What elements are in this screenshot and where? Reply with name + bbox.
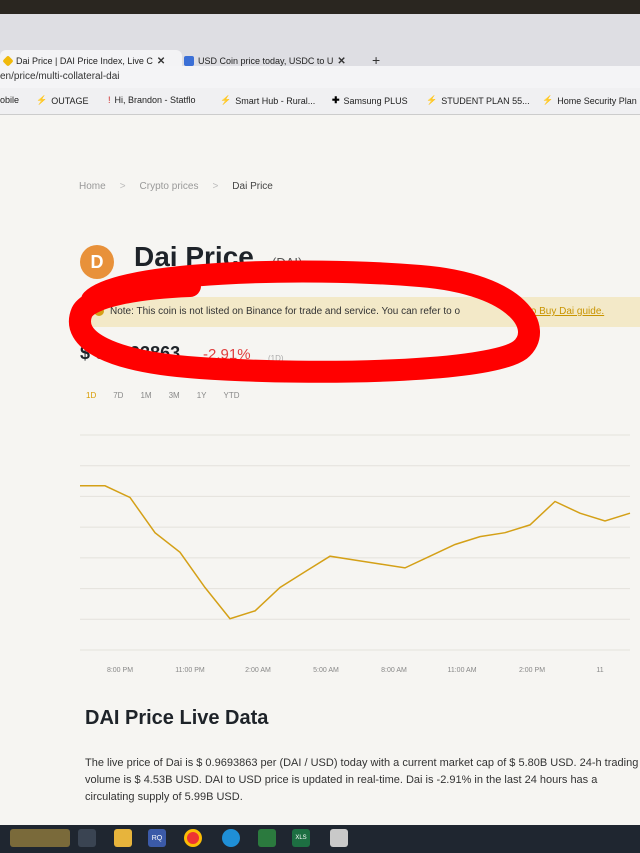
app-icon[interactable] xyxy=(258,829,276,847)
bookmarks-bar: obile ⚡ OUTAGE ! Hi, Brandon - Statflo ⚡ Sm… xyxy=(0,88,640,115)
taskbar-thumbnail-icon[interactable] xyxy=(10,829,70,847)
tab-title: USD Coin price today, USDC to U xyxy=(198,56,334,66)
breadcrumb-separator: > xyxy=(119,181,126,192)
tab-bar: Dai Price | DAI Price Index, Live C ✕ US… xyxy=(0,14,640,72)
edge-icon[interactable] xyxy=(222,829,240,847)
bookmark-label: Smart Hub - Rural... xyxy=(235,95,316,106)
bookmark-item[interactable]: ! Hi, Brandon - Statflo xyxy=(108,95,196,105)
bookmark-label: Home Security Plan xyxy=(557,95,637,106)
price-change: -2.91% xyxy=(203,346,251,363)
period-ytd[interactable]: YTD xyxy=(224,391,240,400)
x-tick-label: 8:00 PM xyxy=(107,667,133,674)
task-view-icon[interactable] xyxy=(78,829,96,847)
live-data-text: The live price of Dai is $ 0.9693863 per… xyxy=(85,757,639,803)
tab-title: Dai Price | DAI Price Index, Live C xyxy=(16,56,153,66)
x-tick-label: 11 xyxy=(596,667,603,674)
bookmark-item[interactable]: ⚡ STUDENT PLAN 55... xyxy=(426,95,530,106)
period-1d[interactable]: 1D xyxy=(86,391,96,400)
coin-favicon-icon xyxy=(184,56,194,66)
bookmark-item[interactable]: ⚡ Home Security Plan xyxy=(542,95,637,106)
how-to-buy-link[interactable]: to Buy Dai guide. xyxy=(528,297,604,327)
bookmark-label: Hi, Brandon - Statflo xyxy=(114,95,196,105)
period-1y[interactable]: 1Y xyxy=(197,391,207,400)
close-tab-icon[interactable]: ✕ xyxy=(337,56,345,67)
page-content: Home > Crypto prices > Dai Price D Dai P… xyxy=(0,115,640,825)
live-data-heading: DAI Price Live Data xyxy=(85,707,269,729)
breadcrumb-current: Dai Price xyxy=(232,181,273,192)
bookmark-icon: ⚡ xyxy=(542,95,554,105)
x-tick-label: 11:00 AM xyxy=(447,667,476,674)
breadcrumb-home[interactable]: Home xyxy=(79,181,106,192)
monitor-bezel xyxy=(0,0,640,14)
price-line xyxy=(80,485,631,620)
x-tick-label: 5:00 AM xyxy=(313,667,339,674)
x-tick-label: 8:00 AM xyxy=(381,667,407,674)
x-tick-label: 2:00 PM xyxy=(519,667,545,674)
period-selector: 1D 7D 1M 3M 1Y YTD xyxy=(86,391,240,400)
dai-logo-icon: D xyxy=(80,245,114,279)
bookmark-icon: ⚡ xyxy=(220,95,232,105)
breadcrumb-separator: > xyxy=(212,181,219,192)
bookmark-label: OUTAGE xyxy=(51,95,89,106)
bookmark-icon: ⚡ xyxy=(36,95,48,105)
notice-text: Note: This coin is not listed on Binance… xyxy=(110,306,461,317)
bookmark-item[interactable]: ⚡ OUTAGE xyxy=(36,95,89,106)
bookmark-item[interactable]: ✚ Samsung PLUS xyxy=(332,95,408,106)
breadcrumb: Home > Crypto prices > Dai Price xyxy=(79,181,273,192)
page-title: Dai Price xyxy=(134,241,254,272)
close-tab-icon[interactable]: ✕ xyxy=(157,56,165,67)
period-1m[interactable]: 1M xyxy=(140,391,151,400)
binance-favicon-icon xyxy=(2,55,14,67)
bookmark-label: STUDENT PLAN 55... xyxy=(441,95,530,106)
bookmark-label: obile xyxy=(0,95,20,105)
current-price: $ 0.9693863 xyxy=(80,343,181,363)
price-chart[interactable]: 8:00 PM 11:00 PM 2:00 AM 5:00 AM 8:00 AM 11:0… xyxy=(0,415,640,695)
notice-banner: Note: This coin is not listed on Binance… xyxy=(80,297,640,327)
period-7d[interactable]: 7D xyxy=(113,391,123,400)
windows-taskbar: RQ XLS xyxy=(0,825,640,853)
period-3m[interactable]: 3M xyxy=(169,391,180,400)
plus-icon: ✚ xyxy=(332,95,340,105)
chrome-icon[interactable] xyxy=(184,829,202,847)
bookmark-icon: ⚡ xyxy=(426,95,438,105)
x-tick-label: 2:00 AM xyxy=(245,667,271,674)
bookmark-icon: ! xyxy=(108,95,111,105)
info-icon xyxy=(94,306,104,317)
coin-ticker: (DAI) xyxy=(272,255,303,270)
change-period: (1D) xyxy=(268,354,284,363)
bookmark-item[interactable]: ⚡ Smart Hub - Rural... xyxy=(220,95,315,106)
bookmark-label: Samsung PLUS xyxy=(343,95,408,106)
x-tick-label: 11:00 PM xyxy=(175,667,205,674)
breadcrumb-crypto-prices[interactable]: Crypto prices xyxy=(140,181,199,192)
file-explorer-icon[interactable] xyxy=(114,829,132,847)
bookmark-item[interactable]: obile xyxy=(0,95,19,105)
app-icon[interactable] xyxy=(330,829,348,847)
address-bar[interactable]: en/price/multi-collateral-dai xyxy=(0,66,640,88)
rq-app-icon[interactable]: RQ xyxy=(148,829,166,847)
excel-icon[interactable]: XLS xyxy=(292,829,310,847)
